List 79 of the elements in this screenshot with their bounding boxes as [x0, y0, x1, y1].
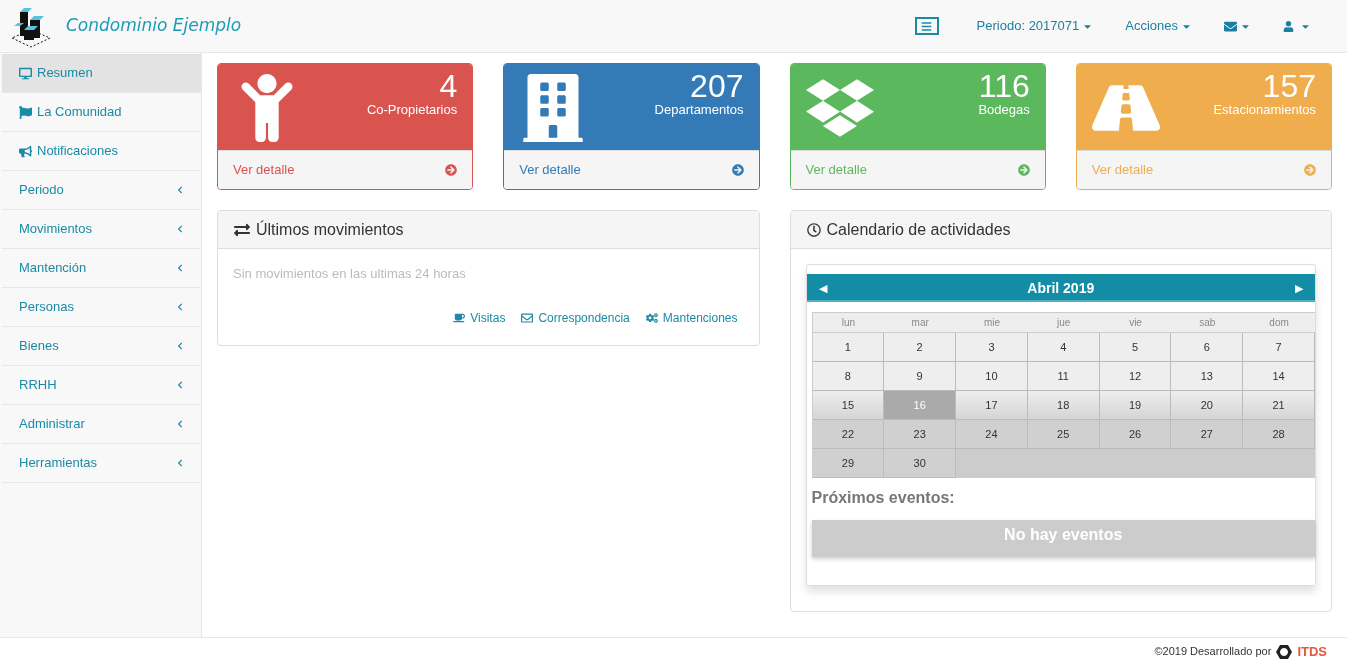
calendar-day[interactable]: 2 [884, 333, 957, 362]
stat-count: 4 [439, 69, 458, 103]
monitor-icon [19, 66, 32, 80]
next-month-button[interactable]: ▶ [1295, 279, 1303, 297]
calendar-day[interactable]: 25 [1027, 420, 1100, 449]
movement-link[interactable]: Mantenciones [645, 308, 738, 327]
panel-title: Últimos movimientos [256, 219, 404, 240]
chevron-icon [176, 420, 184, 428]
empty-message: Sin movimientos en las ultimas 24 horas [233, 265, 467, 283]
company-logo-text: ITDS [1297, 642, 1327, 661]
arrow-right-icon [731, 164, 744, 176]
calendar-day[interactable]: 1 [812, 333, 885, 362]
cup-icon [453, 311, 466, 324]
movement-link[interactable]: Correspondencia [521, 308, 630, 327]
stat-label: Co-Propietarios [366, 103, 458, 116]
calendar-day[interactable]: 26 [1099, 420, 1172, 449]
megaphone-icon [19, 144, 32, 158]
flag-icon [19, 105, 32, 119]
hexagon-nut-icon [1276, 643, 1293, 660]
calendar-day[interactable]: 19 [1099, 391, 1172, 420]
calendar-day[interactable]: 21 [1243, 391, 1315, 420]
stat-count: 157 [1262, 69, 1316, 103]
calendar-day[interactable]: 14 [1243, 362, 1315, 391]
nav-dropdown[interactable]: Periodo: 2017071 [960, 16, 1110, 36]
chevron-icon [176, 303, 184, 311]
calendar-day[interactable]: 18 [1027, 391, 1100, 420]
calendar-day[interactable]: 5 [1099, 333, 1172, 362]
chevron-icon [176, 459, 184, 467]
month-title: Abril 2019 [1027, 278, 1095, 298]
movement-link[interactable]: Visitas [453, 308, 506, 327]
arrow-right-icon [1304, 164, 1316, 176]
gears-icon [645, 311, 658, 324]
stat-count: 207 [690, 69, 744, 103]
calendar-day[interactable]: 11 [1027, 362, 1100, 391]
chevron-icon [176, 381, 184, 389]
envelope-icon [521, 311, 534, 324]
calendar-day[interactable]: 22 [812, 420, 885, 449]
calendar-day[interactable]: 10 [956, 362, 1028, 391]
chevron-icon [176, 264, 184, 272]
calendar-day[interactable]: 8 [812, 362, 885, 391]
stat-label: Bodegas [978, 103, 1030, 116]
user-icon [1283, 20, 1294, 32]
arrow-right-icon [1017, 164, 1030, 176]
calendar-day[interactable]: 6 [1171, 333, 1244, 362]
envelope-icon [1224, 19, 1237, 33]
arrow-right-icon [445, 164, 458, 176]
menu-toggle-button[interactable] [914, 17, 939, 35]
clock-icon [806, 222, 821, 237]
calendar-day[interactable]: 15 [812, 391, 885, 420]
menu-icon [921, 20, 933, 32]
detail-link[interactable]: Ver detalle [218, 150, 473, 189]
calendar-day[interactable]: 9 [884, 362, 957, 391]
app-title: Condominio Ejemplo [66, 14, 242, 38]
stat-label: Departamentos [654, 103, 744, 116]
calendar-day[interactable]: 20 [1171, 391, 1244, 420]
calendar-day[interactable]: 4 [1027, 333, 1100, 362]
calendar-day[interactable]: 7 [1243, 333, 1315, 362]
exchange-arrows-icon [234, 221, 250, 238]
events-heading: Próximos eventos: [811, 488, 956, 508]
calendar-day[interactable]: 27 [1171, 420, 1244, 449]
calendar-day[interactable]: 24 [956, 420, 1028, 449]
prev-month-button[interactable]: ◀ [818, 279, 827, 297]
nav-dropdown[interactable]: Acciones [1109, 16, 1208, 36]
stat-label: Estacionamientos [1213, 103, 1316, 116]
chevron-icon [176, 225, 184, 233]
detail-link[interactable]: Ver detalle [504, 150, 759, 189]
stat-count: 116 [978, 69, 1030, 103]
panel-title: Calendario de actividades [826, 219, 1011, 240]
calendar-day[interactable]: 30 [884, 449, 957, 478]
chevron-icon [176, 342, 184, 350]
calendar-day[interactable]: 29 [812, 449, 885, 478]
calendar-day[interactable]: 3 [956, 333, 1028, 362]
calendar-day[interactable]: 28 [1243, 420, 1315, 449]
calendar-day[interactable]: 23 [884, 420, 957, 449]
calendar-day[interactable]: 17 [956, 391, 1028, 420]
chevron-icon [176, 186, 184, 194]
calendar-day[interactable]: 13 [1171, 362, 1244, 391]
calendar-day[interactable]: 12 [1099, 362, 1172, 391]
footer-text: ©2019 Desarrollado por [1154, 644, 1272, 660]
